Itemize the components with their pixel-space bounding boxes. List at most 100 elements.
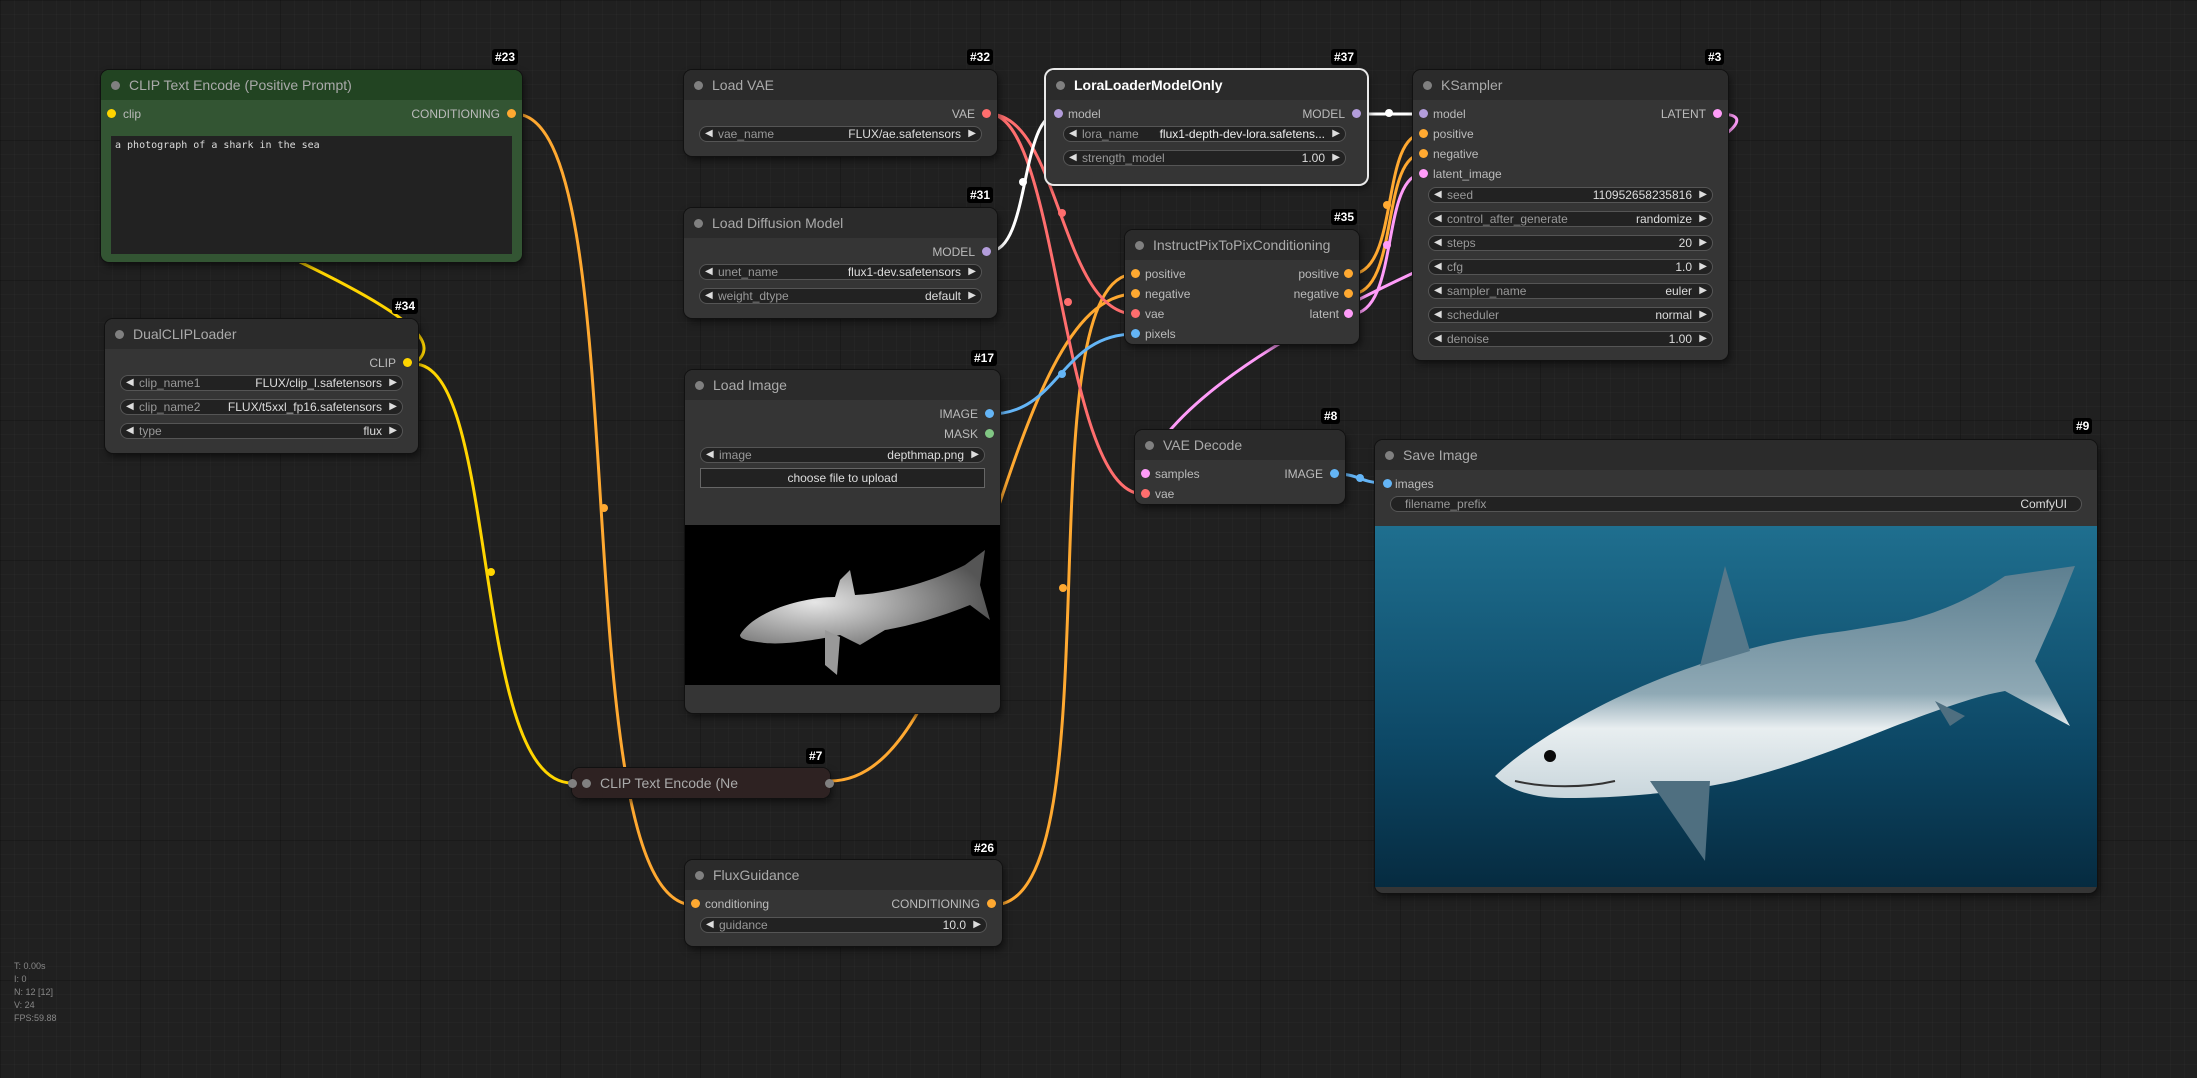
output-slot-dot[interactable] — [985, 409, 994, 418]
prompt-textarea[interactable]: a photograph of a shark in the sea — [111, 136, 512, 254]
increment-arrow-icon[interactable]: ▶ — [1699, 188, 1707, 202]
input-slot-dot[interactable] — [1131, 309, 1140, 318]
arrow-left-icon[interactable]: ◀ — [705, 289, 713, 303]
control-after-generate-combo[interactable]: ◀ control_after_generate randomize ▶ — [1428, 211, 1713, 227]
denoise-number-widget[interactable]: ◀ denoise 1.00 ▶ — [1428, 331, 1713, 347]
arrow-right-icon[interactable]: ▶ — [389, 376, 397, 390]
node-flux-guidance[interactable]: FluxGuidance conditioning CONDITIONING ◀… — [685, 860, 1002, 946]
node-title-bar[interactable]: CLIP Text Encode (Positive Prompt) — [101, 70, 522, 100]
decrement-arrow-icon[interactable]: ◀ — [1434, 260, 1442, 274]
seed-number-widget[interactable]: ◀ seed 110952658235816 ▶ — [1428, 187, 1713, 203]
input-slot-dot[interactable] — [1383, 479, 1392, 488]
output-slot-dot[interactable] — [1713, 109, 1722, 118]
collapse-toggle[interactable] — [695, 381, 704, 390]
input-slot-dot[interactable] — [1054, 109, 1063, 118]
vae-name-combo[interactable]: ◀ vae_name FLUX/ae.safetensors ▶ — [699, 126, 982, 142]
collapse-toggle[interactable] — [1145, 441, 1154, 450]
arrow-right-icon[interactable]: ▶ — [968, 127, 976, 141]
filename-prefix-field[interactable]: filename_prefix ComfyUI — [1390, 496, 2082, 512]
guidance-number-widget[interactable]: ◀ guidance 10.0 ▶ — [700, 917, 987, 933]
arrow-left-icon[interactable]: ◀ — [126, 376, 134, 390]
decrement-arrow-icon[interactable]: ◀ — [1434, 188, 1442, 202]
node-title-bar[interactable]: LoraLoaderModelOnly — [1046, 70, 1367, 100]
input-slot-dot[interactable] — [1131, 289, 1140, 298]
arrow-left-icon[interactable]: ◀ — [1434, 284, 1442, 298]
increment-arrow-icon[interactable]: ▶ — [1699, 332, 1707, 346]
increment-arrow-icon[interactable]: ▶ — [1699, 260, 1707, 274]
node-title-bar[interactable]: InstructPixToPixConditioning — [1125, 230, 1359, 260]
upload-button[interactable]: choose file to upload — [700, 468, 985, 488]
output-slot-dot[interactable] — [1352, 109, 1361, 118]
type-combo[interactable]: ◀ type flux ▶ — [120, 423, 403, 439]
output-slot-dot[interactable] — [982, 247, 991, 256]
node-save-image[interactable]: Save Image images filename_prefix ComfyU… — [1375, 440, 2097, 893]
image-combo[interactable]: ◀ image depthmap.png ▶ — [700, 447, 985, 463]
steps-number-widget[interactable]: ◀ steps 20 ▶ — [1428, 235, 1713, 251]
node-load-vae[interactable]: Load VAE VAE ◀ vae_name FLUX/ae.safetens… — [684, 70, 997, 156]
input-slot-dot[interactable] — [1419, 129, 1428, 138]
node-ksampler[interactable]: KSampler model positive negative latent_… — [1413, 70, 1728, 360]
scheduler-combo[interactable]: ◀ scheduler normal ▶ — [1428, 307, 1713, 323]
node-title-bar[interactable]: CLIP Text Encode (Ne — [572, 768, 830, 798]
arrow-left-icon[interactable]: ◀ — [705, 127, 713, 141]
output-slot-dot[interactable] — [1344, 289, 1353, 298]
input-slot-dot[interactable] — [1419, 109, 1428, 118]
output-slot-dot[interactable] — [1330, 469, 1339, 478]
node-dual-clip-loader[interactable]: DualCLIPLoader CLIP ◀ clip_name1 FLUX/cl… — [105, 319, 418, 453]
arrow-left-icon[interactable]: ◀ — [706, 448, 714, 462]
arrow-right-icon[interactable]: ▶ — [1699, 212, 1707, 226]
collapse-toggle[interactable] — [1135, 241, 1144, 250]
collapse-toggle[interactable] — [695, 871, 704, 880]
node-title-bar[interactable]: DualCLIPLoader — [105, 319, 418, 349]
input-slot-dot[interactable] — [568, 779, 577, 788]
arrow-left-icon[interactable]: ◀ — [705, 265, 713, 279]
input-slot-dot[interactable] — [1131, 269, 1140, 278]
increment-arrow-icon[interactable]: ▶ — [1699, 236, 1707, 250]
input-slot-dot[interactable] — [1419, 149, 1428, 158]
arrow-right-icon[interactable]: ▶ — [389, 400, 397, 414]
clip-name1-combo[interactable]: ◀ clip_name1 FLUX/clip_l.safetensors ▶ — [120, 375, 403, 391]
output-slot-dot[interactable] — [507, 109, 516, 118]
collapse-toggle[interactable] — [694, 219, 703, 228]
decrement-arrow-icon[interactable]: ◀ — [706, 918, 714, 932]
input-slot-dot[interactable] — [1141, 469, 1150, 478]
lora-name-combo[interactable]: ◀ lora_name flux1-depth-dev-lora.safeten… — [1063, 126, 1346, 142]
collapse-toggle[interactable] — [1385, 451, 1394, 460]
node-title-bar[interactable]: Load Image — [685, 370, 1000, 400]
output-slot-dot[interactable] — [403, 358, 412, 367]
clip-name2-combo[interactable]: ◀ clip_name2 FLUX/t5xxl_fp16.safetensors… — [120, 399, 403, 415]
node-clip-text-encode-positive[interactable]: CLIP Text Encode (Positive Prompt) clip … — [101, 70, 522, 262]
strength-model-number-widget[interactable]: ◀ strength_model 1.00 ▶ — [1063, 150, 1346, 166]
node-title-bar[interactable]: Load VAE — [684, 70, 997, 100]
arrow-left-icon[interactable]: ◀ — [1434, 212, 1442, 226]
node-load-image[interactable]: Load Image IMAGE MASK ◀ image depthmap.p… — [685, 370, 1000, 713]
arrow-right-icon[interactable]: ▶ — [389, 424, 397, 438]
output-slot-dot[interactable] — [825, 779, 834, 788]
arrow-left-icon[interactable]: ◀ — [126, 424, 134, 438]
node-title-bar[interactable]: VAE Decode — [1135, 430, 1345, 460]
node-clip-text-encode-negative[interactable]: CLIP Text Encode (Ne — [568, 768, 834, 798]
collapse-toggle[interactable] — [1056, 81, 1065, 90]
arrow-left-icon[interactable]: ◀ — [126, 400, 134, 414]
arrow-right-icon[interactable]: ▶ — [968, 265, 976, 279]
node-title-bar[interactable]: FluxGuidance — [685, 860, 1002, 890]
collapse-toggle[interactable] — [582, 779, 591, 788]
input-slot-dot[interactable] — [691, 899, 700, 908]
node-title-bar[interactable]: KSampler — [1413, 70, 1728, 100]
output-slot-dot[interactable] — [1344, 309, 1353, 318]
output-slot-dot[interactable] — [1344, 269, 1353, 278]
node-lora-loader-model-only[interactable]: LoraLoaderModelOnly model MODEL ◀ lora_n… — [1046, 70, 1367, 184]
increment-arrow-icon[interactable]: ▶ — [973, 918, 981, 932]
decrement-arrow-icon[interactable]: ◀ — [1434, 236, 1442, 250]
weight-dtype-combo[interactable]: ◀ weight_dtype default ▶ — [699, 288, 982, 304]
input-slot-dot[interactable] — [107, 109, 116, 118]
arrow-right-icon[interactable]: ▶ — [968, 289, 976, 303]
arrow-right-icon[interactable]: ▶ — [971, 448, 979, 462]
node-title-bar[interactable]: Save Image — [1375, 440, 2097, 470]
increment-arrow-icon[interactable]: ▶ — [1332, 151, 1340, 165]
node-vae-decode[interactable]: VAE Decode samples vae IMAGE — [1135, 430, 1345, 504]
input-slot-dot[interactable] — [1141, 489, 1150, 498]
decrement-arrow-icon[interactable]: ◀ — [1434, 332, 1442, 346]
output-slot-dot[interactable] — [987, 899, 996, 908]
output-slot-dot[interactable] — [982, 109, 991, 118]
